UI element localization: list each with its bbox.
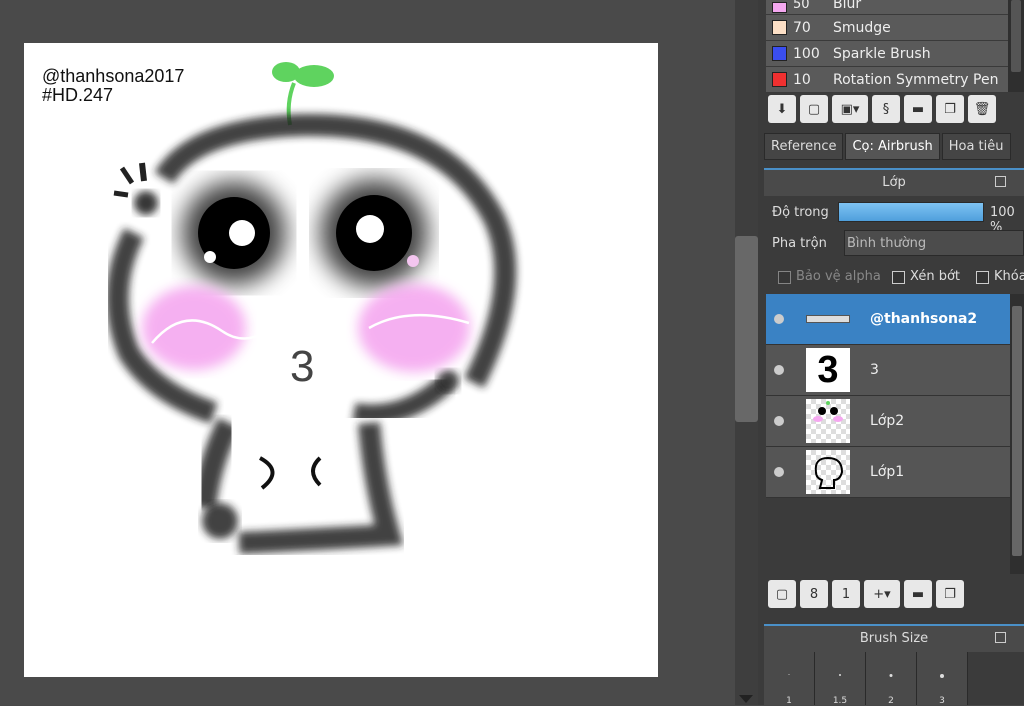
protect-alpha-label: Bảo vệ alpha [796,269,881,284]
brush-size-grid: 1 1.5 2 3 [764,652,968,706]
brush-size-value: 70 [793,19,811,36]
new-brush-icon[interactable]: ▢ [800,95,828,123]
canvas-area[interactable]: @thanhsona2017 #HD.247 3 [0,0,735,705]
brush-color-swatch [772,46,787,61]
brush-name: Smudge [833,19,891,36]
layer-row[interactable]: Lớp2 [766,396,1010,447]
brush-scroll-thumb[interactable] [1011,0,1021,72]
visibility-eye-icon[interactable] [774,365,784,375]
layer-thumbnail [806,297,850,341]
layer-row[interactable]: 3 3 [766,345,1010,396]
add-layer-dropdown-icon[interactable]: +▾ [864,580,900,608]
folder-icon[interactable]: ▬ [904,95,932,123]
brush-size-cell[interactable]: 2 [866,652,917,706]
brush-size-header: Brush Size [764,624,1024,652]
brush-row-smudge[interactable]: 70 Smudge [766,15,1008,41]
brush-color-swatch [772,20,787,35]
canvas-scrollbar[interactable] [735,0,758,705]
brush-settings-icon[interactable]: § [872,95,900,123]
brush-list: 50 Blur 70 Smudge 100 Sparkle Brush 10 R… [766,0,1008,93]
layer-panel-header: Lớp [764,168,1024,196]
visibility-eye-icon[interactable] [774,416,784,426]
brush-toolbar: ⬇ ▢ ▣▾ § ▬ ❐ 🗑 [768,95,996,123]
layer-folder-icon[interactable]: ▬ [904,580,932,608]
layer-toolbar: ▢ 8 1 +▾ ▬ ❐ [768,580,964,608]
right-panel: 50 Blur 70 Smudge 100 Sparkle Brush 10 R… [758,0,1024,706]
brush-size-value: 10 [793,71,811,88]
character-drawing: 3 [106,62,517,554]
clipping-label: Xén bớt [910,269,960,284]
lock-checkbox[interactable] [976,271,989,284]
brush-size-cell[interactable]: 1 [764,652,815,706]
opacity-label: Độ trong [772,205,829,220]
visibility-eye-icon[interactable] [774,314,784,324]
brush-name: Rotation Symmetry Pen [833,71,999,88]
layer-thumbnail: 3 [806,348,850,392]
visibility-eye-icon[interactable] [774,467,784,477]
drawing-paper[interactable]: @thanhsona2017 #HD.247 3 [24,43,658,677]
brush-row-sparkle[interactable]: 100 Sparkle Brush [766,41,1008,67]
brush-size-cell[interactable]: 1.5 [815,652,866,706]
brush-row-blur[interactable]: 50 Blur [766,0,1008,15]
opacity-slider[interactable] [838,202,984,222]
layer-name: @thanhsona2 [870,311,978,327]
brush-size-title: Brush Size [859,631,929,646]
brush-row-rotation[interactable]: 10 Rotation Symmetry Pen [766,67,1008,93]
layer-list-scrollbar[interactable] [1010,294,1024,574]
layer-scroll-thumb[interactable] [1012,306,1022,556]
layer-name: 3 [870,362,879,378]
duplicate-layer-icon[interactable]: ❐ [936,580,964,608]
layer-list: @thanhsona2 3 3 Lớp2 Lớp1 [766,294,1010,498]
panel-tabs: Reference Cọ: Airbrush Hoa tiêu [764,133,1013,160]
popout-icon[interactable] [995,176,1006,187]
tab-reference[interactable]: Reference [764,133,844,160]
blend-mode-label: Pha trộn [772,236,827,251]
layer-name: Lớp2 [870,413,905,429]
brush-list-scrollbar[interactable] [1008,0,1024,92]
new-layer-1bit-icon[interactable]: 1 [832,580,860,608]
brush-size-value: 50 [793,0,810,12]
layer-row[interactable]: Lớp1 [766,447,1010,498]
canvas-scroll-thumb[interactable] [735,236,758,422]
layer-thumbnail [806,450,850,494]
layer-thumbnail [806,399,850,443]
brush-name: Sparkle Brush [833,45,931,62]
brush-size-value: 100 [793,45,820,62]
blend-mode-select[interactable]: Bình thường [844,230,1024,256]
popout-icon[interactable] [995,632,1006,643]
tab-brush-airbrush[interactable]: Cọ: Airbrush [845,133,940,160]
layer-row[interactable]: @thanhsona2 [766,294,1010,345]
delete-icon[interactable]: 🗑 [968,95,996,123]
layer-name: Lớp1 [870,464,905,480]
face-number: 3 [290,342,314,391]
tab-navigator[interactable]: Hoa tiêu [941,133,1011,160]
layer-panel-title: Lớp [882,175,906,190]
brush-size-cell[interactable]: 3 [917,652,968,706]
brush-color-swatch [772,1,787,13]
protect-alpha-checkbox[interactable] [778,271,791,284]
new-layer-icon[interactable]: ▢ [768,580,796,608]
add-brush-dropdown-icon[interactable]: ▣▾ [832,95,868,123]
scroll-down-arrow-icon[interactable] [739,695,753,703]
clipping-checkbox[interactable] [892,271,905,284]
download-brush-icon[interactable]: ⬇ [768,95,796,123]
duplicate-icon[interactable]: ❐ [936,95,964,123]
brush-color-swatch [772,72,787,87]
lock-label: Khóa [994,269,1024,284]
new-layer-8bit-icon[interactable]: 8 [800,580,828,608]
brush-name: Blur [833,0,862,12]
